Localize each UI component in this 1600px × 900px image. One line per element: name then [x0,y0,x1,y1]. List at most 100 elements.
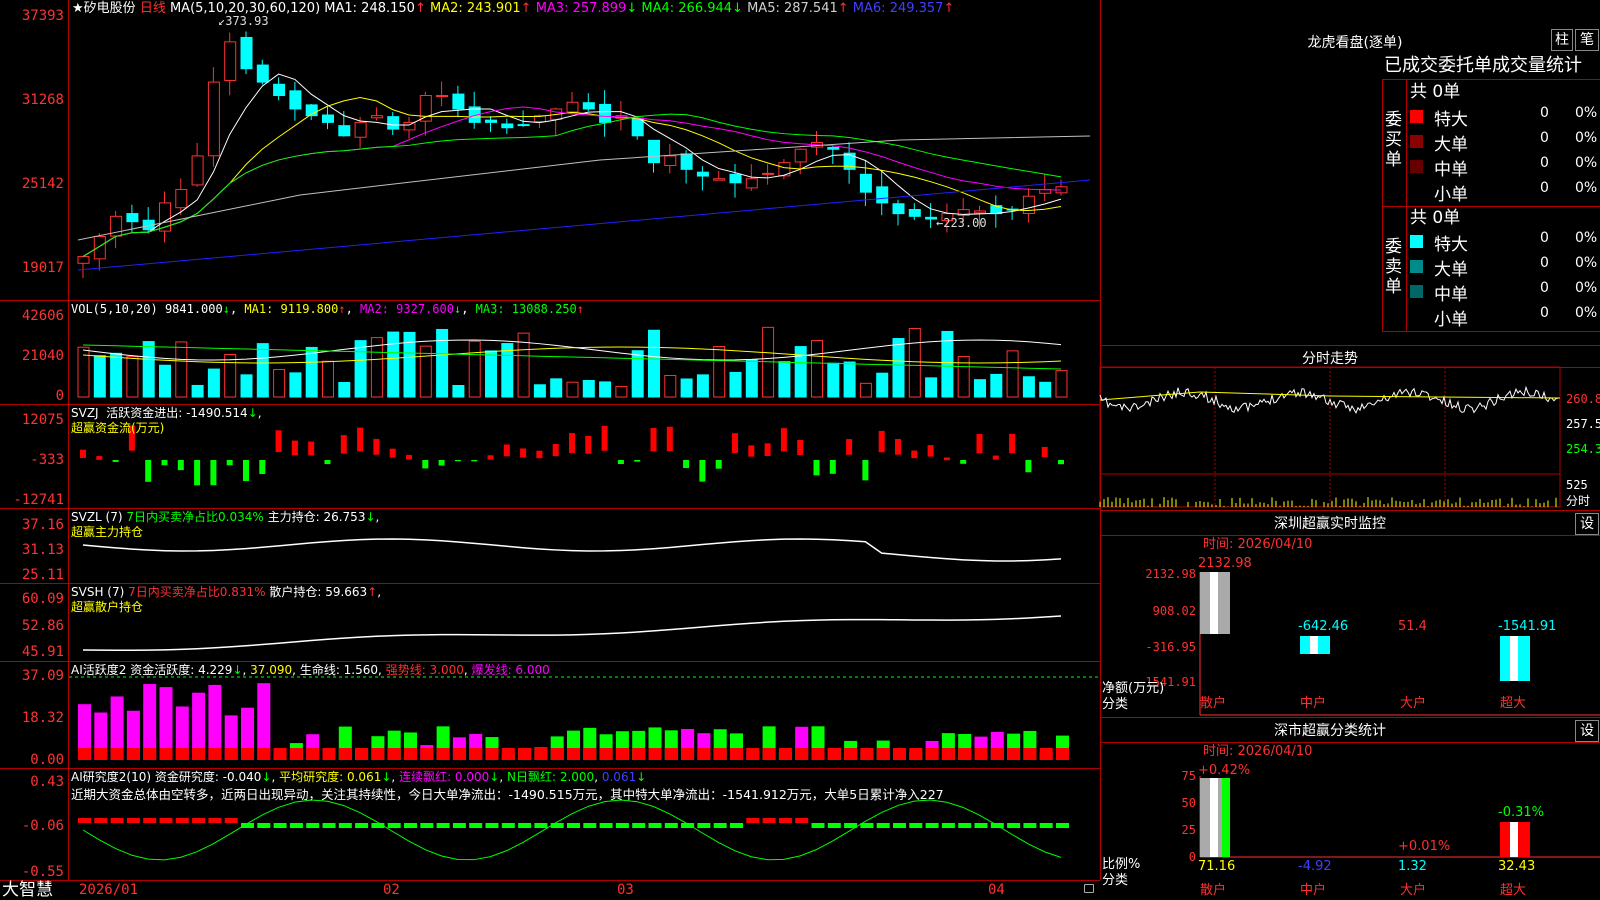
column-view-button[interactable]: 柱 [1551,29,1573,51]
activity-base [338,748,352,760]
research-bar [632,823,646,828]
volume-bar [110,352,123,398]
row-percent: 0% [1575,105,1598,121]
fundflow-bar [210,460,217,486]
row-name: 小单 [1434,185,1468,205]
ai-research-header: AI研究度2(10) 资金研究度: -0.040↓, 平均研究度: 0.061↓… [71,770,647,784]
minute-axis-2: 257.5 [1566,417,1600,431]
row-percent: 0% [1575,130,1598,146]
candle-body [403,121,416,131]
favorite-star-icon[interactable]: ★ [72,1,84,16]
candle-body [680,153,693,170]
classify-axis-3: 25 [1181,823,1196,837]
sell-row-2: 中单 0 0% [1410,280,1600,305]
fundflow-bar [846,439,853,455]
stroke-view-button[interactable]: 笔 [1575,29,1599,51]
monitor-settings-button[interactable]: 设 [1575,513,1599,535]
fundflow-bar [226,460,233,466]
research-bar [1023,823,1037,828]
research-bar [550,823,564,828]
volume-bar [729,371,742,398]
research-bar [387,823,401,828]
svzl-axis-2: 31.13 [21,542,64,558]
fundflow-bar [666,426,673,452]
research-bar [322,823,336,828]
ai-research-axis-3: -0.55 [21,864,64,880]
activity-base [306,748,320,760]
volume-bar [354,340,367,398]
volume-bar [305,346,318,398]
row-count: 0 [1540,255,1549,271]
main-holding-line [82,538,1062,562]
volume-bar [175,341,188,398]
tab-volume-stats[interactable]: 成交量统计 [1492,55,1582,76]
volume-bar [533,384,546,398]
candle-body [387,116,400,130]
monitor-bar-mid [1300,636,1330,654]
row-name: 大单 [1434,135,1468,155]
volume-bar [680,378,693,398]
volume-bar [289,372,302,398]
color-swatch-icon [1410,260,1423,273]
activity-base [175,748,189,760]
sell-row-0: 特大 0 0% [1410,230,1600,255]
research-bar [1007,823,1021,828]
volume-bar [224,353,237,398]
fundflow-bar [927,445,934,457]
fundflow-bar [520,448,527,458]
row-name: 大单 [1434,260,1468,280]
tab-traded[interactable]: 已成交 [1384,55,1438,76]
monitor-cat-2: 大户 [1400,696,1427,711]
fundflow-bar [552,443,559,457]
ai-research-axis-2: -0.06 [21,818,64,834]
activity-base [94,748,108,760]
research-bar [795,818,809,823]
volume-bar [436,328,449,398]
research-bar [338,823,352,828]
ai2-axis-2: 18.32 [21,710,64,726]
classify-bottom-1: -4.92 [1298,859,1332,874]
activity-base [518,748,532,760]
research-bar [208,818,222,823]
ai2-axis-3: 0.00 [30,752,64,768]
row-name: 中单 [1434,160,1468,180]
fundflow-bar [96,456,103,460]
research-bar [257,823,271,828]
dragon-tabs: 已成交委托单成交量统计 [1384,55,1582,77]
candle-body [745,178,758,189]
volume-bar [159,364,171,398]
lock-icon[interactable] [1084,884,1094,893]
activity-base [974,748,988,760]
classify-ylabel: 比例% [1102,857,1141,872]
volume-bar [990,373,1003,398]
research-bar [420,823,434,828]
volume-bar [468,340,481,398]
classify-bar-super [1500,822,1530,857]
svzj-subtitle: 超赢资金流(万元) [71,421,165,435]
research-bar [534,823,548,828]
ma10-line [82,97,1062,258]
svsh-axis-2: 52.86 [21,618,64,634]
fundflow-bar [601,425,608,451]
row-count: 0 [1540,305,1549,321]
volume-bar [631,350,644,398]
activity-base [257,748,271,760]
monitor-time: 时间: 2026/04/10 [1203,537,1313,552]
row-name: 特大 [1434,235,1468,255]
fundflow-bar [389,448,396,458]
classify-settings-button[interactable]: 设 [1575,720,1599,742]
volume-bar [794,346,807,398]
tab-orders[interactable]: 委托单 [1438,55,1492,76]
fundflow-bar [1009,433,1016,454]
activity-base [795,748,809,760]
main-chart-canvas[interactable] [0,0,1100,900]
fundflow-bar [699,460,706,482]
activity-base [632,748,646,760]
research-bar [567,823,580,828]
monitor-bar-super [1500,636,1530,681]
period-label[interactable]: 日线 [140,1,166,16]
activity-base [550,748,564,760]
activity-base [289,748,303,760]
svzl-subtitle: 超赢主力持仓 [71,525,144,539]
candle-body [289,90,302,110]
